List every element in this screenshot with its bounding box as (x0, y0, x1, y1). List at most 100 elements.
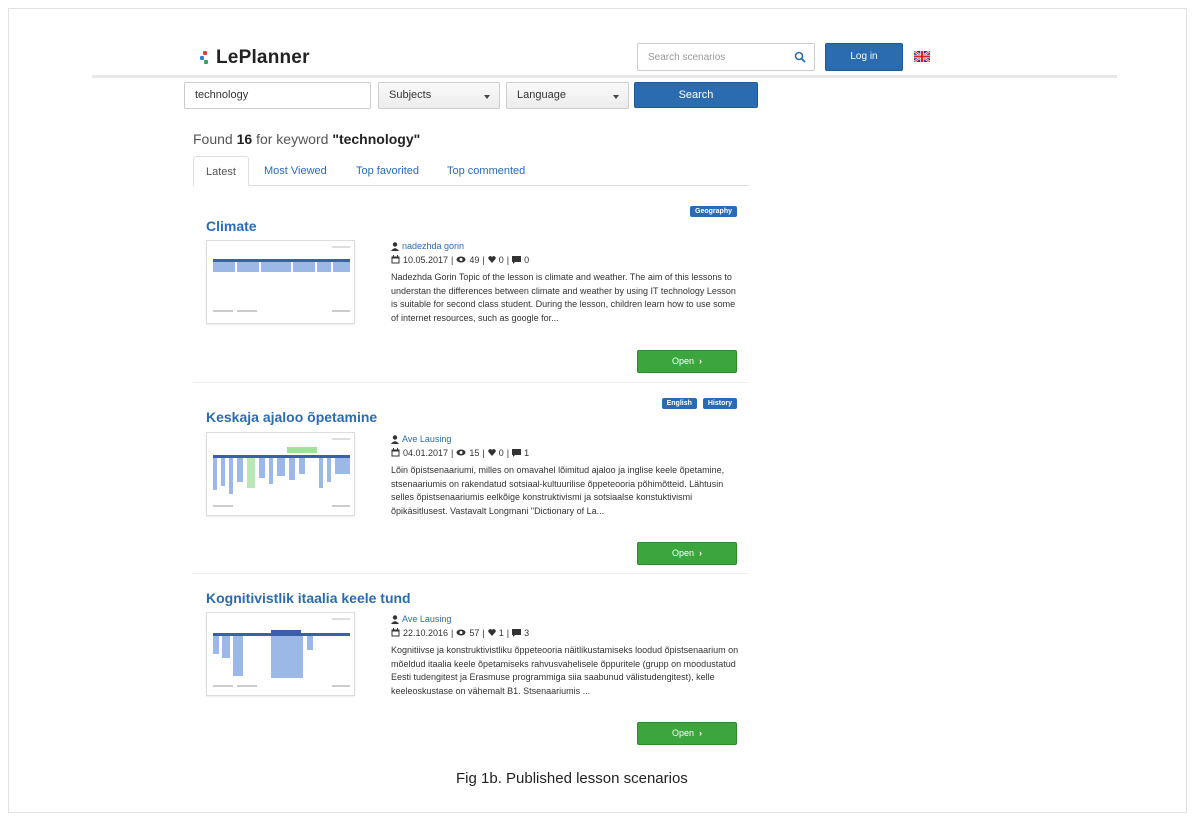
scenario-thumbnail[interactable] (206, 432, 355, 516)
scenario-date: 10.05.2017 (403, 254, 449, 265)
comment-icon (512, 628, 522, 637)
results-summary-middle: for keyword (256, 131, 329, 147)
scenario-date: 04.01.2017 (403, 447, 449, 458)
scenario-thumbnail[interactable] (206, 612, 355, 696)
language-select[interactable]: Language (506, 82, 629, 109)
scenario-meta: nadezhda gorin 10.05.2017 | 49 | 0 | 0 Nade… (391, 240, 739, 325)
subject-tags: Geography (690, 206, 737, 217)
subjects-select[interactable]: Subjects (378, 82, 500, 109)
scenario-title[interactable]: Climate (206, 218, 257, 234)
calendar-icon (391, 255, 400, 264)
keyword-input[interactable]: technology (184, 82, 371, 109)
scenario-description: Lõin õpistsenaariumi, milles on omavahel… (391, 465, 725, 516)
heart-icon (488, 256, 496, 263)
logo-text: LePlanner (216, 47, 310, 68)
stats-divider: | (506, 254, 510, 265)
author-name: Ave Lausing (402, 434, 452, 444)
user-icon (391, 434, 399, 444)
search-icon[interactable] (794, 51, 806, 63)
views-count: 15 (469, 447, 480, 458)
logo[interactable]: LePlanner (200, 47, 310, 69)
stats-divider: | (506, 627, 510, 638)
chevron-down-icon (613, 95, 619, 99)
author-link[interactable]: nadezhda gorin (391, 240, 739, 252)
scenario-description: Nadezhda Gorin Topic of the lesson is cl… (391, 272, 736, 323)
eye-icon (456, 449, 466, 456)
scenario-date: 22.10.2016 (403, 627, 449, 638)
user-icon (391, 614, 399, 624)
search-button[interactable]: Search (634, 82, 758, 108)
stats-divider: | (451, 447, 454, 458)
chevron-down-icon (484, 95, 490, 99)
stats-divider: | (451, 627, 454, 638)
scenario-search-input[interactable] (638, 51, 786, 63)
result-divider (193, 573, 749, 574)
stats-divider: | (482, 447, 485, 458)
figure-caption: Fig 1b. Published lesson scenarios (456, 770, 688, 787)
eye-icon (456, 256, 466, 263)
scenario-timeline-preview (213, 246, 350, 312)
language-select-label: Language (517, 89, 566, 101)
comments-count: 3 (524, 627, 530, 638)
scenario-thumbnail[interactable] (206, 240, 355, 324)
sort-tabs: Latest Most Viewed Top favorited Top com… (193, 156, 749, 186)
chevron-right-icon: › (696, 356, 703, 366)
result-divider (193, 382, 749, 383)
heart-icon (488, 629, 496, 636)
calendar-icon (391, 628, 400, 637)
scenario-title[interactable]: Kognitivistlik itaalia keele tund (206, 590, 411, 606)
favorites-count: 0 (498, 254, 504, 265)
open-button-label: Open (671, 548, 694, 558)
calendar-icon (391, 448, 400, 457)
scenario-title[interactable]: Keskaja ajaloo õpetamine (206, 409, 377, 425)
favorites-count: 1 (498, 627, 504, 638)
subjects-select-label: Subjects (389, 89, 432, 101)
stats-divider: | (482, 627, 485, 638)
scenario-card: Climate Geography nadezhda gorin 10.05.2… (193, 200, 749, 378)
stats-divider: | (482, 254, 485, 265)
tab-most-viewed[interactable]: Most Viewed (264, 156, 327, 186)
results-summary-prefix: Found (193, 131, 233, 147)
scenario-stats: 04.01.2017 | 15 | 0 | 1 (391, 446, 739, 459)
heart-icon (488, 449, 496, 456)
open-button[interactable]: Open › (637, 350, 737, 373)
results-count: 16 (236, 131, 253, 147)
comment-icon (512, 448, 522, 457)
scenario-search-box (637, 43, 815, 71)
logo-mark-icon (200, 51, 210, 65)
open-button-label: Open (671, 356, 694, 366)
views-count: 57 (469, 627, 480, 638)
scenario-stats: 22.10.2016 | 57 | 1 | 3 (391, 626, 739, 639)
open-button[interactable]: Open › (637, 542, 737, 565)
author-link[interactable]: Ave Lausing (391, 613, 739, 625)
tab-latest[interactable]: Latest (193, 156, 249, 186)
subject-tag[interactable]: English (661, 398, 697, 409)
results-summary: Found 16 for keyword "technology" (193, 131, 420, 147)
uk-flag-icon[interactable] (914, 51, 930, 62)
scenario-timeline-preview (213, 438, 350, 507)
comment-icon (512, 255, 522, 264)
scenario-meta: Ave Lausing 04.01.2017 | 15 | 0 | 1 Lõin õp… (391, 433, 739, 518)
open-button[interactable]: Open › (637, 722, 737, 745)
chevron-right-icon: › (696, 548, 703, 558)
subject-tag[interactable]: History (702, 398, 737, 409)
comments-count: 1 (524, 447, 530, 458)
views-count: 49 (469, 254, 480, 265)
tab-top-commented[interactable]: Top commented (447, 156, 525, 186)
scenario-description: Kognitiivse ja konstruktivistliku õppete… (391, 645, 739, 696)
author-link[interactable]: Ave Lausing (391, 433, 739, 445)
login-button[interactable]: Log in (825, 43, 903, 71)
eye-icon (456, 629, 466, 636)
scenario-meta: Ave Lausing 22.10.2016 | 57 | 1 | 3 Kogniti… (391, 613, 739, 698)
author-name: nadezhda gorin (402, 241, 465, 251)
subject-tags: English History (661, 398, 737, 409)
favorites-count: 0 (498, 447, 504, 458)
open-button-label: Open (671, 728, 694, 738)
stats-divider: | (451, 254, 454, 265)
tab-top-favorited[interactable]: Top favorited (356, 156, 419, 186)
subject-tag[interactable]: Geography (690, 206, 737, 217)
stats-divider: | (506, 447, 510, 458)
scenario-stats: 10.05.2017 | 49 | 0 | 0 (391, 253, 739, 266)
scenario-card: Keskaja ajaloo õpetamine English History (193, 392, 749, 570)
user-icon (391, 241, 399, 251)
